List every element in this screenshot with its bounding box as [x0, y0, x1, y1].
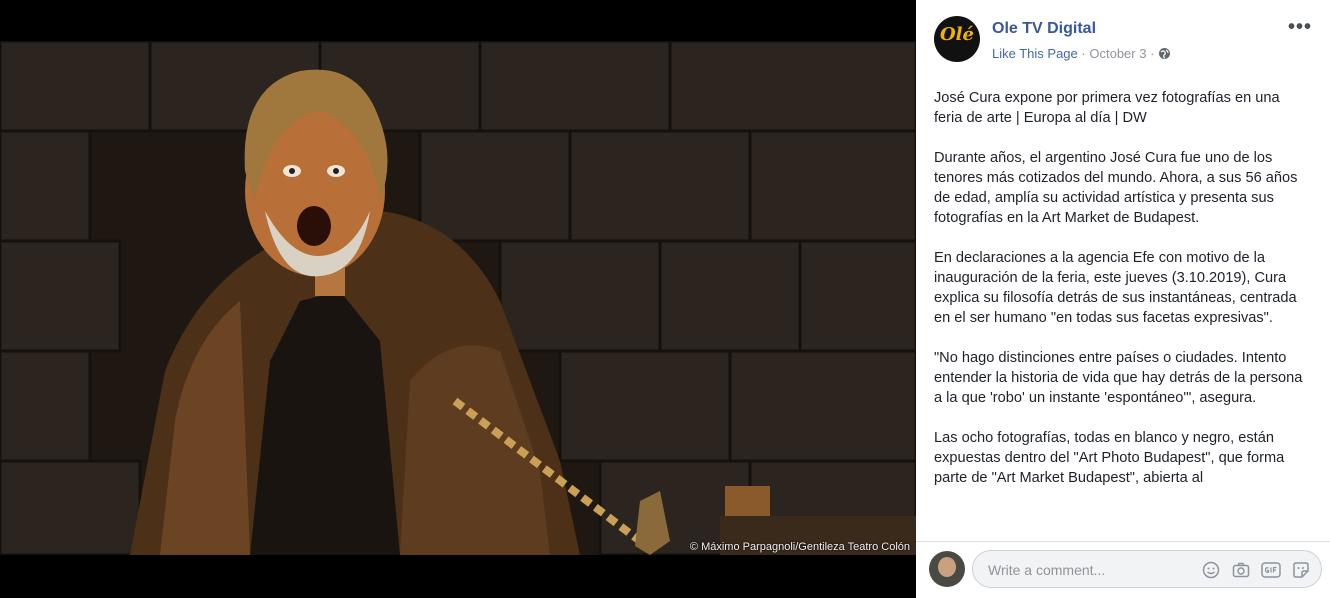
post-meta: Like This Page · October 3 ·	[992, 46, 1171, 63]
photo-viewer: © Máximo Parpagnoli/Gentileza Teatro Col…	[0, 0, 916, 597]
photo-illustration	[0, 41, 916, 555]
user-avatar[interactable]	[929, 551, 965, 587]
sticker-icon[interactable]	[1291, 560, 1311, 580]
page-avatar[interactable]: Olé	[934, 16, 980, 62]
post-sidebar: Olé Ole TV Digital Like This Page · Octo…	[916, 0, 1330, 598]
post-paragraph: En declaraciones a la agencia Efe con mo…	[934, 250, 1297, 326]
photo-credit: © Máximo Parpagnoli/Gentileza Teatro Col…	[689, 541, 910, 553]
page-name-link[interactable]: Ole TV Digital	[992, 20, 1096, 38]
page-avatar-logo-text: Olé	[940, 24, 974, 45]
avatar-face	[938, 557, 956, 577]
post-date[interactable]: October 3	[1089, 46, 1146, 61]
post-paragraph: "No hago distinciones entre países o ciu…	[934, 350, 1303, 406]
emoji-icon[interactable]	[1201, 560, 1221, 580]
more-options-icon[interactable]: •••	[1288, 16, 1312, 39]
post-paragraph: Durante años, el argentino José Cura fue…	[934, 150, 1298, 226]
comment-input[interactable]: Write a comment...	[972, 550, 1322, 588]
post-paragraph: José Cura expone por primera vez fotogra…	[934, 90, 1280, 126]
post-paragraph: Las ocho fotografías, todas en blanco y …	[934, 430, 1285, 486]
globe-icon	[1158, 47, 1171, 63]
camera-icon[interactable]	[1231, 560, 1251, 580]
post-header: Olé Ole TV Digital Like This Page · Octo…	[934, 16, 1312, 66]
gif-icon[interactable]	[1261, 560, 1281, 580]
like-page-link[interactable]: Like This Page	[992, 46, 1078, 61]
post-photo[interactable]: © Máximo Parpagnoli/Gentileza Teatro Col…	[0, 41, 916, 555]
comment-placeholder: Write a comment...	[988, 562, 1106, 578]
post-text: José Cura expone por primera vez fotogra…	[934, 88, 1312, 540]
comment-bar: Write a comment...	[916, 541, 1330, 598]
meta-separator: ·	[1081, 46, 1086, 61]
meta-separator: ·	[1150, 46, 1155, 61]
comment-tools	[1201, 560, 1311, 580]
